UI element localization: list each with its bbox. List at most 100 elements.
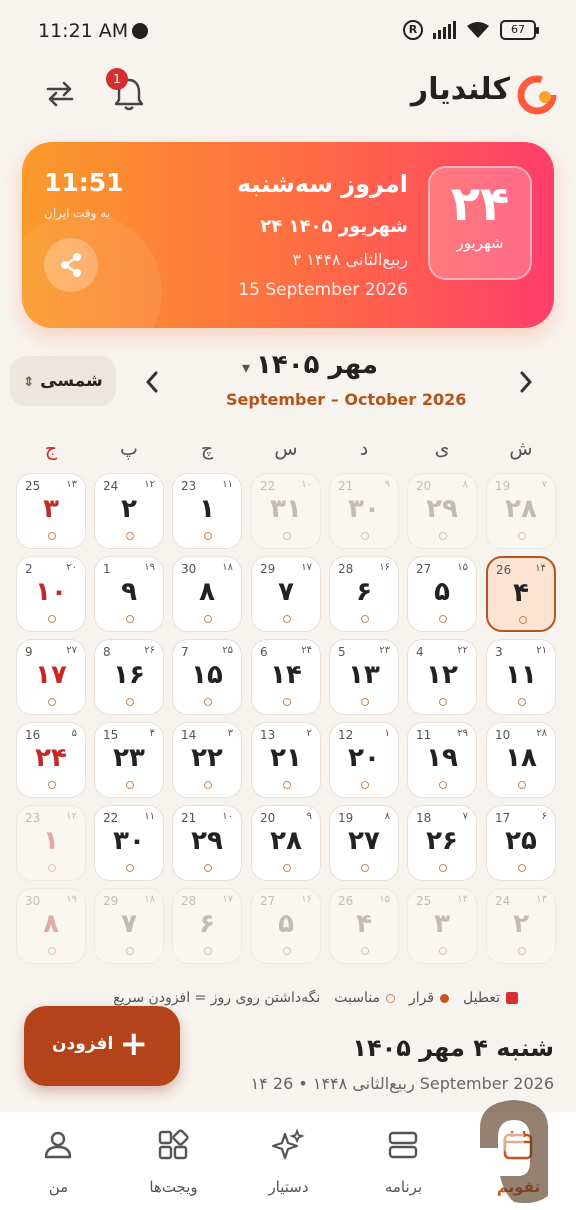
day-cell[interactable]: 22 ۱۱ ۳۰ <box>94 805 164 881</box>
hijri-day: ۱۶ <box>379 562 390 573</box>
day-cell[interactable]: 13 ۲ ۲۱ <box>251 722 321 798</box>
shamsi-day: ۵ <box>278 909 294 939</box>
chevron-right-icon[interactable] <box>514 368 538 396</box>
day-cell[interactable]: 30 ۱۸ ۸ <box>172 556 242 632</box>
day-cell[interactable]: 29 ۱۸ ۷ <box>94 888 164 964</box>
chevron-left-icon[interactable] <box>140 368 164 396</box>
occasion-dot <box>439 615 447 623</box>
occasion-dot <box>204 781 212 789</box>
day-cell[interactable]: 18 ۷ ۲۶ <box>407 805 477 881</box>
day-cell[interactable]: 5 ۲۳ ۱۳ <box>329 639 399 715</box>
weekday-label: پ <box>120 438 138 460</box>
widgets-icon <box>158 1129 189 1160</box>
day-cell[interactable]: 15 ۴ ۲۳ <box>94 722 164 798</box>
day-cell[interactable]: 24 ۱۲ ۲ <box>94 473 164 549</box>
hijri-day: ۶ <box>541 811 547 822</box>
hijri-day: ۷ <box>541 479 547 490</box>
gregorian-day: 26 <box>496 563 512 577</box>
battery-icon: 67 <box>500 20 539 40</box>
today-card[interactable]: ۲۴ شهریور امروز سه‌شنبه ۲۴ شهریور ۱۴۰۵ ۳… <box>22 142 554 328</box>
occasion-dot <box>48 947 56 955</box>
day-cell[interactable]: 11 ۲۹ ۱۹ <box>407 722 477 798</box>
day-cell[interactable]: 3 ۲۱ ۱۱ <box>486 639 556 715</box>
gregorian-day: 25 <box>25 479 41 493</box>
day-cell[interactable]: 27 ۱۵ ۵ <box>407 556 477 632</box>
day-cell[interactable]: 16 ۵ ۲۴ <box>16 722 86 798</box>
day-cell[interactable]: 30 ۱۹ ۸ <box>16 888 86 964</box>
status-time: 11:21 AM <box>38 20 149 42</box>
day-cell[interactable]: 19 ۷ ۲۸ <box>486 473 556 549</box>
day-cell[interactable]: 24 ۱۳ ۲ <box>486 888 556 964</box>
day-cell[interactable]: 2 ۲۰ ۱۰ <box>16 556 86 632</box>
gregorian-day: 23 <box>181 479 197 493</box>
hijri-day: ۱۸ <box>144 894 155 905</box>
shamsi-day: ۱۰ <box>35 577 67 607</box>
today-hijri-date: ۳ ربیع‌الثانی ۱۴۴۸ <box>292 250 408 269</box>
tab-widgets[interactable]: ویجت‌ها <box>116 1112 231 1210</box>
day-cell[interactable]: 12 ۱ ۲۰ <box>329 722 399 798</box>
swap-icon[interactable] <box>44 78 76 110</box>
hijri-day: ۸ <box>384 811 390 822</box>
app-logo <box>517 75 557 115</box>
tab-program[interactable]: برنامه <box>346 1112 461 1210</box>
share-icon <box>61 253 81 277</box>
share-button[interactable] <box>44 238 98 292</box>
day-cell[interactable]: 8 ۲۶ ۱۶ <box>94 639 164 715</box>
gregorian-day: 24 <box>103 479 119 493</box>
gregorian-day: 22 <box>103 811 119 825</box>
day-cell[interactable]: 10 ۲۸ ۱۸ <box>486 722 556 798</box>
day-cell[interactable]: 6 ۲۴ ۱۴ <box>251 639 321 715</box>
watermark-logo <box>480 1100 548 1204</box>
calendar-type-selector[interactable]: ⇕ شمسی <box>10 356 116 406</box>
shamsi-day: ۱۹ <box>426 743 458 773</box>
tab-assistant[interactable]: دستیار <box>231 1112 346 1210</box>
gregorian-day: 30 <box>181 562 197 576</box>
hijri-day: ۵ <box>71 728 77 739</box>
selected-day-title: شنبه ۴ مهر ۱۴۰۵ <box>352 1034 554 1062</box>
gregorian-day: 19 <box>495 479 511 493</box>
shamsi-day: ۶ <box>199 909 215 939</box>
day-cell[interactable]: 20 ۹ ۲۸ <box>251 805 321 881</box>
day-cell[interactable]: 25 ۱۴ ۳ <box>407 888 477 964</box>
month-title[interactable]: ▾ مهر ۱۴۰۵ <box>180 350 440 380</box>
shamsi-day: ۲ <box>121 494 137 524</box>
day-cell[interactable]: 29 ۱۷ ۷ <box>251 556 321 632</box>
gregorian-day: 12 <box>338 728 354 742</box>
day-cell[interactable]: 20 ۸ ۲۹ <box>407 473 477 549</box>
day-cell[interactable]: 28 ۱۶ ۶ <box>329 556 399 632</box>
day-cell[interactable]: 26 ۱۵ ۴ <box>329 888 399 964</box>
day-cell[interactable]: 22 ۱۰ ۳۱ <box>251 473 321 549</box>
day-cell-selected[interactable]: 26 ۱۴ ۴ <box>486 556 556 632</box>
day-cell[interactable]: 21 ۹ ۳۰ <box>329 473 399 549</box>
day-cell[interactable]: 9 ۲۷ ۱۷ <box>16 639 86 715</box>
day-cell[interactable]: 4 ۲۲ ۱۲ <box>407 639 477 715</box>
hijri-day: ۸ <box>462 479 468 490</box>
day-cell[interactable]: 7 ۲۵ ۱۵ <box>172 639 242 715</box>
shamsi-day: ۱۷ <box>35 660 67 690</box>
day-cell[interactable]: 25 ۱۳ ۳ <box>16 473 86 549</box>
up-down-icon: ⇕ <box>23 375 35 390</box>
day-cell[interactable]: 17 ۶ ۲۵ <box>486 805 556 881</box>
gregorian-day: 22 <box>260 479 276 493</box>
day-cell[interactable]: 14 ۳ ۲۲ <box>172 722 242 798</box>
day-cell[interactable]: 28 ۱۷ ۶ <box>172 888 242 964</box>
day-cell[interactable]: 21 ۱۰ ۲۹ <box>172 805 242 881</box>
shamsi-day: ۳۰ <box>348 494 380 524</box>
tab-me[interactable]: من <box>1 1112 116 1210</box>
gregorian-day: 17 <box>495 811 511 825</box>
hijri-day: ۲۵ <box>222 645 233 656</box>
hijri-day: ۱۷ <box>301 562 312 573</box>
gregorian-day: 26 <box>338 894 354 908</box>
day-cell[interactable]: 19 ۸ ۲۷ <box>329 805 399 881</box>
shamsi-day: ۴ <box>356 909 372 939</box>
shamsi-day: ۱۱ <box>505 660 537 690</box>
day-cell[interactable]: 23 ۱۲ ۱ <box>16 805 86 881</box>
day-cell[interactable]: 27 ۱۶ ۵ <box>251 888 321 964</box>
day-cell[interactable]: 23 ۱۱ ۱ <box>172 473 242 549</box>
shamsi-day: ۲۹ <box>191 826 223 856</box>
weekday-label: د <box>359 438 369 460</box>
add-button[interactable]: + افزودن <box>24 1006 180 1086</box>
shamsi-day: ۱۵ <box>191 660 223 690</box>
day-cell[interactable]: 1 ۱۹ ۹ <box>94 556 164 632</box>
occasion-dot <box>361 532 369 540</box>
